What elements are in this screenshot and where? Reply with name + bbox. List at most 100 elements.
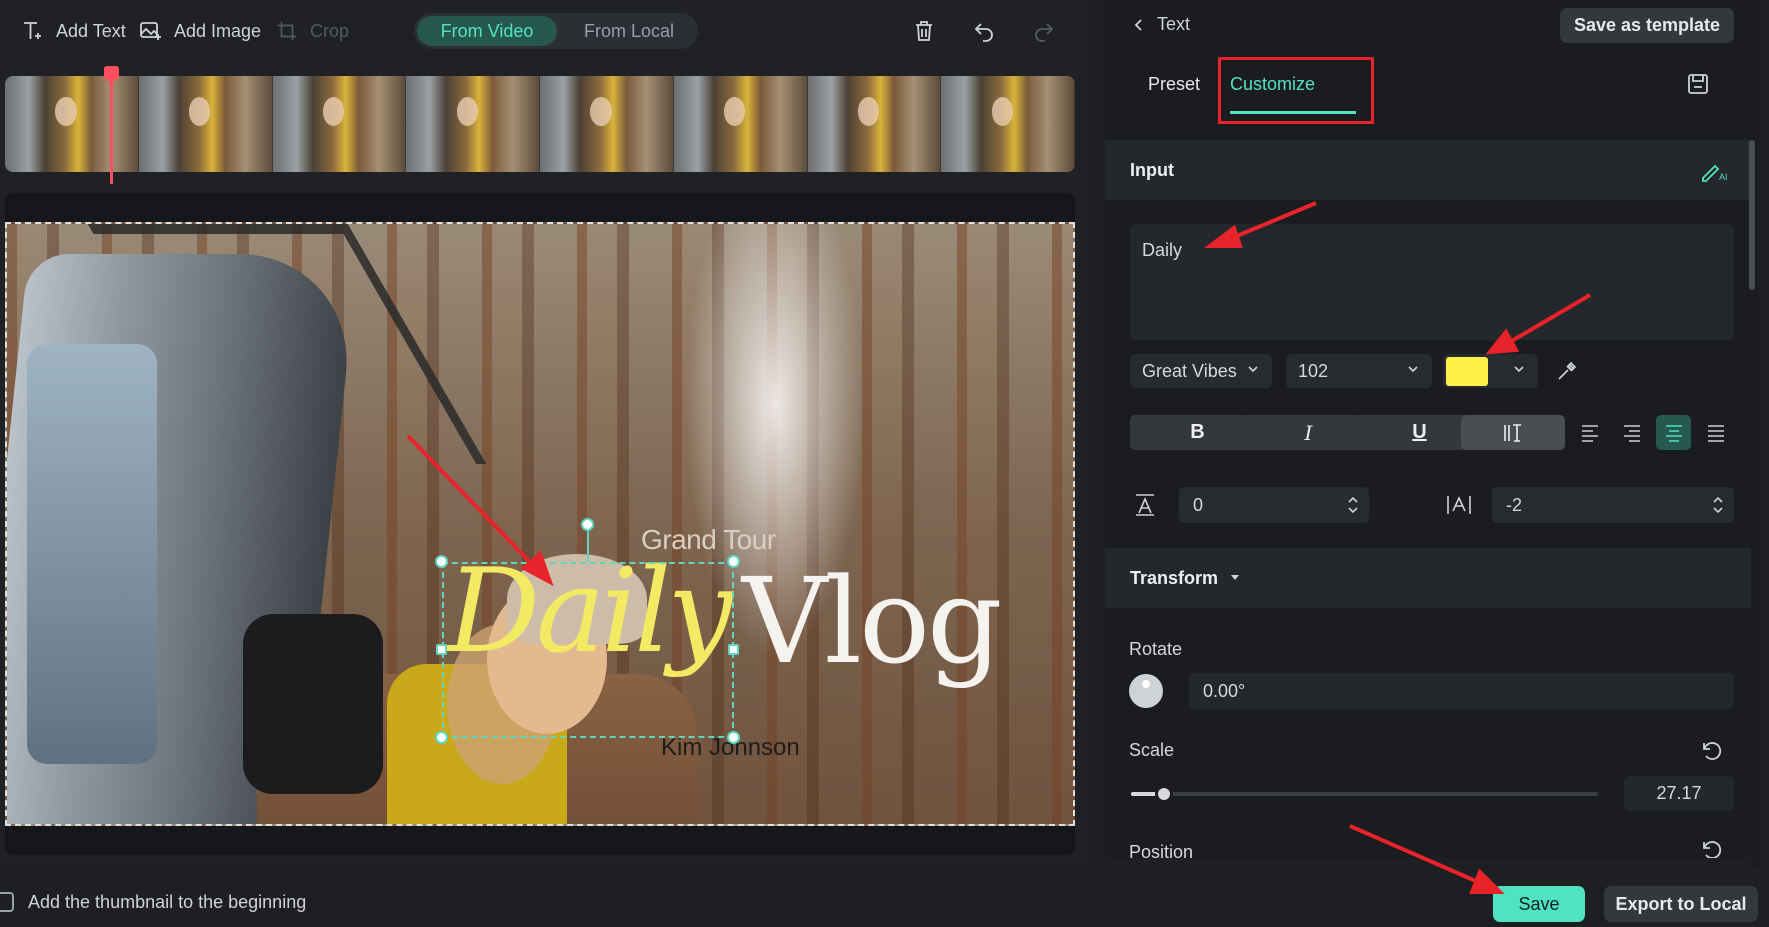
resize-handle-bottom-left[interactable] <box>435 731 448 744</box>
scale-slider-handle[interactable] <box>1154 785 1173 803</box>
font-family-select[interactable]: Great Vibes <box>1130 354 1272 388</box>
reset-icon <box>1703 742 1722 760</box>
add-text-icon <box>20 18 46 44</box>
annotation-highlight-box <box>1218 57 1374 124</box>
side-mirror <box>243 614 383 794</box>
thumbnail-canvas[interactable]: Grand Tour Daily Vlog Kim Johnson <box>5 222 1075 826</box>
stepper-icon[interactable] <box>1347 495 1359 515</box>
resize-handle-top-right[interactable] <box>727 555 740 568</box>
chevron-left-icon <box>1134 18 1142 31</box>
rotate-dial[interactable] <box>1129 674 1163 708</box>
filmstrip-frame <box>941 76 1075 172</box>
thumbnail-beginning-label: Add the thumbnail to the beginning <box>28 892 307 912</box>
rotate-handle[interactable] <box>581 518 594 531</box>
add-text-label: Add Text <box>56 20 126 41</box>
text-selection-box[interactable] <box>442 562 734 738</box>
undo-icon <box>974 23 993 42</box>
text-input[interactable]: Daily <box>1130 224 1734 340</box>
filmstrip-frame <box>673 76 808 172</box>
chevron-down-icon <box>1408 366 1418 373</box>
add-text-button[interactable]: Add Text <box>20 14 126 48</box>
vertical-text-button[interactable] <box>1461 415 1565 450</box>
vehicle-window <box>27 344 157 764</box>
rotate-input[interactable]: 0.00° <box>1189 673 1734 709</box>
reset-scale-button[interactable] <box>1700 739 1724 768</box>
input-section-header: Input <box>1105 140 1751 200</box>
line-spacing-icon <box>1446 493 1472 522</box>
from-video-tab[interactable]: From Video <box>417 16 557 46</box>
thumbnail-editor: Add Text Add Image Crop From Video From … <box>0 0 1769 927</box>
resize-handle-bottom-right[interactable] <box>727 731 740 744</box>
title-main-vlog-text[interactable]: Vlog <box>742 562 1003 680</box>
trash-icon <box>916 21 932 41</box>
eyedropper-icon <box>1558 361 1577 380</box>
transform-heading: Transform <box>1130 567 1219 588</box>
chevron-down-icon <box>1248 366 1258 373</box>
font-family-value: Great Vibes <box>1142 360 1237 381</box>
save-button[interactable]: Save <box>1493 886 1585 922</box>
filmstrip-frame <box>406 76 540 172</box>
resize-handle-right[interactable] <box>728 644 739 655</box>
add-image-label: Add Image <box>174 20 262 41</box>
playhead-handle[interactable] <box>104 66 119 82</box>
undo-button[interactable] <box>967 14 1001 48</box>
ai-pen-icon: AI <box>1702 164 1728 182</box>
filmstrip-frame <box>272 76 407 172</box>
from-local-tab[interactable]: From Local <box>564 16 694 46</box>
scale-input[interactable]: 27.17 <box>1624 776 1734 811</box>
crop-button[interactable]: Crop <box>274 14 349 48</box>
scale-label: Scale <box>1129 740 1175 760</box>
align-right-icon <box>1623 424 1640 442</box>
character-spacing-input[interactable]: 0 <box>1179 487 1369 523</box>
add-image-icon <box>138 18 164 44</box>
align-center-button[interactable] <box>1656 415 1691 450</box>
font-size-value: 102 <box>1298 360 1329 381</box>
save-disk-icon <box>1688 74 1708 94</box>
transform-section-header[interactable]: Transform <box>1105 548 1751 608</box>
align-right-button[interactable] <box>1614 415 1649 450</box>
resize-handle-left[interactable] <box>436 644 447 655</box>
stepper-icon[interactable] <box>1712 495 1724 515</box>
export-to-local-button[interactable]: Export to Local <box>1604 886 1758 922</box>
crop-icon <box>274 18 300 44</box>
save-preset-button[interactable] <box>1686 72 1710 96</box>
panel-bottom-edge <box>1105 858 1751 870</box>
back-button[interactable]: Text <box>1133 14 1190 35</box>
line-spacing-input[interactable]: -2 <box>1492 487 1734 523</box>
character-spacing-value: 0 <box>1193 494 1204 515</box>
chevron-down-icon <box>1514 366 1524 373</box>
delete-button[interactable] <box>907 14 941 48</box>
panel-scrollbar[interactable] <box>1749 140 1755 290</box>
playhead-line[interactable] <box>110 66 113 184</box>
align-justify-icon <box>1707 424 1724 442</box>
font-size-select[interactable]: 102 <box>1286 354 1432 388</box>
ai-write-button[interactable]: AI <box>1700 158 1730 187</box>
thumbnail-beginning-checkbox[interactable] <box>0 892 14 912</box>
eyedropper-button[interactable] <box>1556 360 1578 387</box>
filmstrip-frame <box>807 76 942 172</box>
align-center-icon <box>1665 424 1682 442</box>
filmstrip-frame <box>5 76 139 172</box>
save-as-template-button[interactable]: Save as template <box>1560 8 1734 43</box>
font-color-swatch[interactable] <box>1446 357 1488 386</box>
filmstrip-frame <box>138 76 273 172</box>
source-toggle: From Video From Local <box>414 13 698 49</box>
caret-down-icon <box>1231 575 1240 580</box>
add-image-button[interactable]: Add Image <box>138 14 261 48</box>
filmstrip-frame <box>540 76 674 172</box>
scale-slider-track[interactable] <box>1131 792 1598 796</box>
rotate-label: Rotate <box>1129 639 1183 659</box>
tab-preset[interactable]: Preset <box>1148 74 1200 95</box>
line-spacing-value: -2 <box>1506 494 1523 515</box>
redo-button[interactable] <box>1027 14 1061 48</box>
align-justify-button[interactable] <box>1698 415 1733 450</box>
video-filmstrip[interactable] <box>5 76 1075 172</box>
back-label: Text <box>1157 14 1191 34</box>
input-heading: Input <box>1130 159 1174 180</box>
align-left-icon <box>1581 424 1598 442</box>
align-left-button[interactable] <box>1572 415 1607 450</box>
svg-text:AI: AI <box>1719 172 1728 182</box>
resize-handle-top-left[interactable] <box>435 555 448 568</box>
vertical-text-icon <box>1504 423 1521 442</box>
crop-label: Crop <box>310 20 350 41</box>
